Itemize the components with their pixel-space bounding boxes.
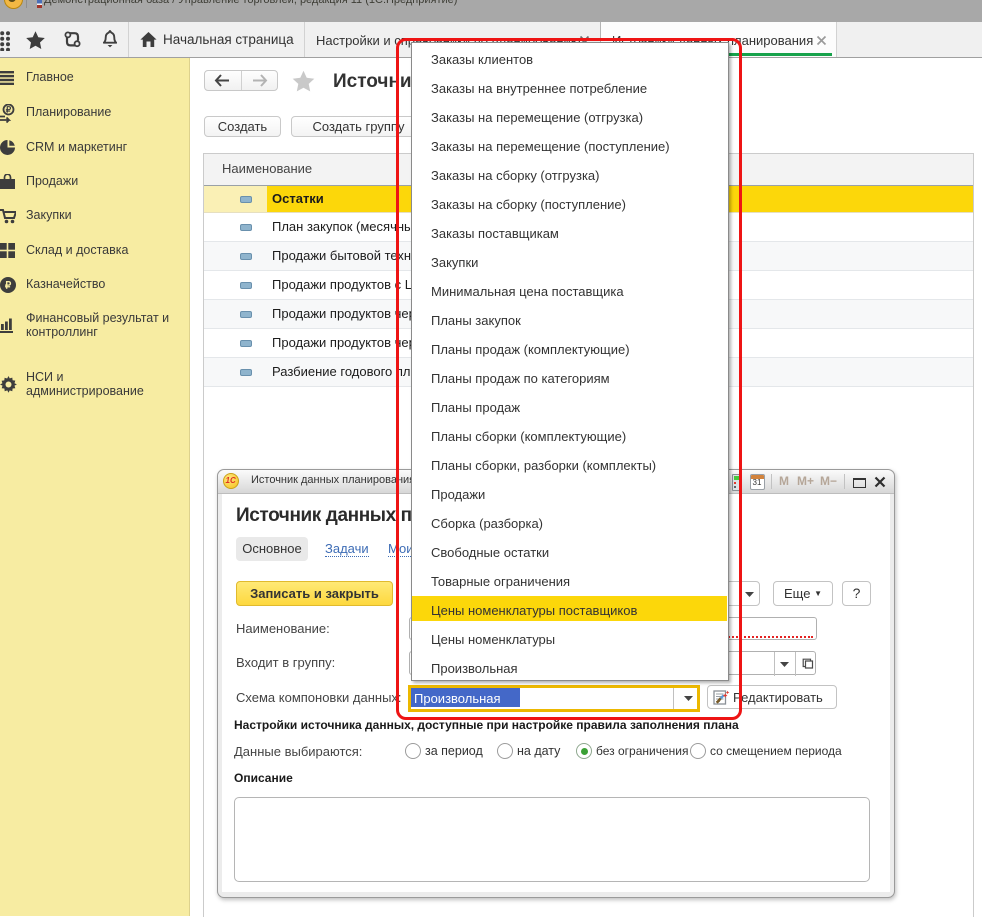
svg-text:₽: ₽ — [5, 281, 12, 292]
svg-text:₽: ₽ — [6, 105, 12, 115]
